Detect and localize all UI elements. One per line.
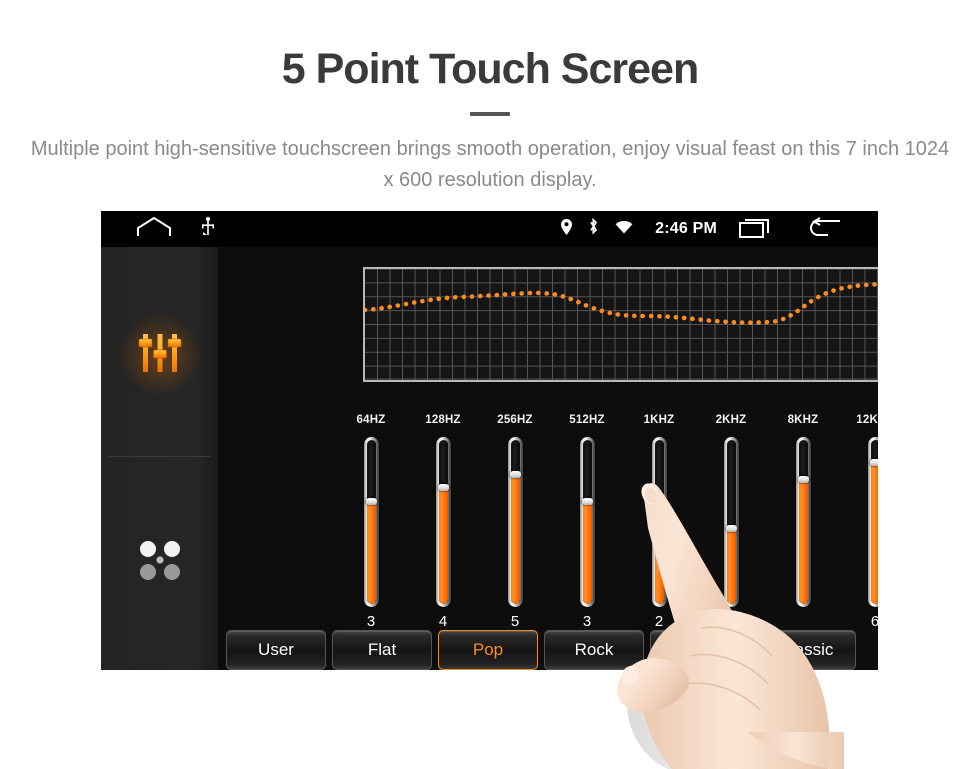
eq-slider-12khz[interactable]: 6 (840, 437, 878, 630)
device-screen: 2:46 PM 64HZ 128HZ 256HZ 512HZ 1KHZ 2KHZ… (101, 211, 878, 670)
freq-label-256hz: 256HZ (497, 414, 533, 426)
bluetooth-icon (588, 217, 599, 240)
sidebar-item-balance-fader[interactable] (101, 462, 218, 662)
status-bar-clock: 2:46 PM (655, 220, 717, 237)
slider-thumb[interactable] (581, 497, 593, 505)
status-bar-right: 2:46 PM (561, 216, 842, 243)
eq-value-12khz: 6 (870, 613, 878, 630)
freq-label-8khz: 8KHZ (787, 414, 819, 426)
slider-fill (654, 515, 664, 604)
equalizer-icon (138, 330, 182, 381)
slider-fill (798, 481, 808, 604)
eq-slider-256hz[interactable]: 5 (480, 437, 550, 630)
eq-slider-8khz[interactable] (768, 437, 838, 627)
slider-fill (438, 489, 448, 604)
slider-fill (870, 464, 878, 604)
sidebar-divider (109, 456, 210, 457)
slider-track-inner (654, 440, 664, 604)
slider-thumb[interactable] (653, 511, 665, 518)
status-bar: 2:46 PM (101, 211, 878, 247)
response-curve (365, 281, 878, 325)
sidebar-item-equalizer[interactable] (101, 255, 218, 455)
slider-track (723, 437, 739, 607)
slider-track-inner (582, 440, 592, 604)
slider-fill (582, 502, 592, 604)
equalizer-panel: 64HZ 128HZ 256HZ 512HZ 1KHZ 2KHZ 8KHZ 12… (218, 247, 878, 670)
freq-label-1khz: 1KHZ (643, 414, 675, 426)
preset-button-hidden[interactable] (650, 630, 750, 670)
home-icon[interactable] (137, 216, 171, 242)
eq-value-512hz: 3 (582, 613, 592, 630)
eq-value-1khz: 2 (654, 613, 664, 630)
slider-track-inner (726, 440, 736, 604)
usb-icon[interactable] (201, 216, 215, 242)
title-divider (470, 112, 510, 117)
slider-fill (366, 502, 376, 604)
slider-track (651, 437, 667, 607)
eq-slider-1khz[interactable]: 2 (624, 437, 694, 630)
slider-track (435, 437, 451, 607)
equalizer-sliders: 3 4 5 3 2 6 (336, 437, 878, 630)
eq-slider-128hz[interactable]: 4 (408, 437, 478, 630)
slider-track-inner (366, 440, 376, 604)
slider-thumb[interactable] (725, 524, 737, 532)
slider-thumb[interactable] (869, 458, 878, 466)
freq-label-12khz: 12KHZ (856, 414, 878, 426)
page-title: 5 Point Touch Screen (281, 45, 699, 93)
freq-label-128hz: 128HZ (425, 414, 461, 426)
slider-fill (510, 476, 520, 604)
sidebar (101, 247, 218, 670)
frequency-response-graph (363, 267, 878, 382)
wifi-icon (615, 220, 633, 239)
status-bar-left (137, 216, 215, 242)
frequency-labels: 64HZ 128HZ 256HZ 512HZ 1KHZ 2KHZ 8KHZ 12… (336, 414, 878, 430)
slider-track (579, 437, 595, 607)
slider-track-inner (510, 440, 520, 604)
balance-dots-icon (137, 539, 183, 586)
freq-label-64hz: 64HZ (356, 414, 386, 426)
slider-track (795, 437, 811, 607)
preset-button-flat[interactable]: Flat (332, 630, 432, 670)
slider-thumb[interactable] (365, 497, 377, 505)
slider-thumb[interactable] (437, 484, 449, 491)
equalizer-icon-glow (117, 313, 202, 397)
preset-button-classic[interactable]: Classic (756, 630, 856, 670)
slider-thumb[interactable] (509, 470, 521, 478)
eq-slider-512hz[interactable]: 3 (552, 437, 622, 630)
eq-value-64hz: 3 (366, 613, 376, 630)
location-pin-icon (561, 218, 573, 240)
eq-value-256hz: 5 (510, 613, 520, 630)
slider-track (867, 437, 878, 607)
eq-preset-buttons: User Flat Pop Rock Classic (226, 630, 874, 670)
preset-button-rock[interactable]: Rock (544, 630, 644, 670)
freq-label-512hz: 512HZ (569, 414, 605, 426)
slider-track-inner (798, 440, 808, 604)
preset-button-pop[interactable]: Pop (438, 630, 538, 670)
preset-button-user[interactable]: User (226, 630, 326, 670)
back-icon[interactable] (806, 216, 842, 242)
eq-value-128hz: 4 (438, 613, 448, 630)
page-subtitle: Multiple point high-sensitive touchscree… (30, 138, 950, 192)
slider-track (507, 437, 523, 607)
promo-header: 5 Point Touch Screen Multiple point high… (0, 0, 980, 196)
slider-thumb[interactable] (797, 475, 809, 483)
recents-icon[interactable] (739, 216, 772, 243)
freq-label-2khz: 2KHZ (715, 414, 747, 426)
eq-slider-64hz[interactable]: 3 (336, 437, 406, 630)
slider-track (363, 437, 379, 607)
slider-track-inner (438, 440, 448, 604)
eq-slider-2khz[interactable] (696, 437, 766, 627)
slider-fill (726, 528, 736, 604)
